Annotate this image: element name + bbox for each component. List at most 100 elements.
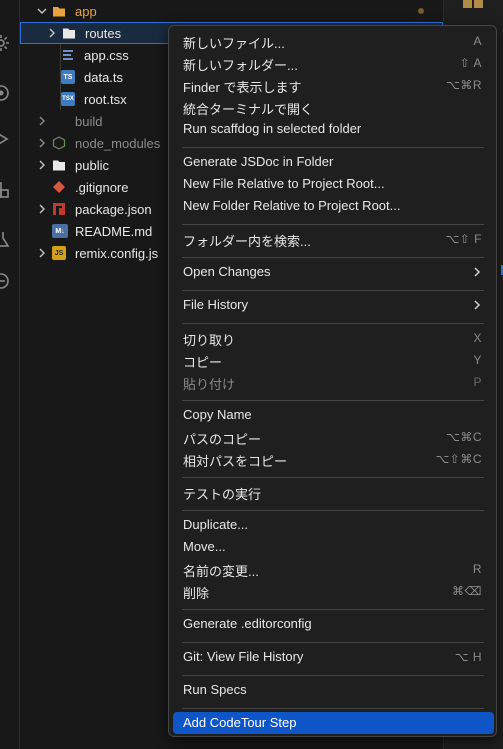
menu-item-label: 貼り付け bbox=[183, 377, 236, 392]
book-icon bbox=[463, 0, 483, 8]
menu-item-duplicate[interactable]: Duplicate... bbox=[173, 514, 494, 536]
chevron-right-icon bbox=[46, 27, 58, 39]
menu-item-shortcut: A bbox=[473, 34, 482, 48]
javascript-file-icon: JS bbox=[52, 246, 66, 260]
menu-item-open-changes[interactable]: Open Changes bbox=[173, 261, 494, 283]
menu-item-copy-name[interactable]: Copy Name bbox=[173, 404, 494, 426]
chevron-right-icon bbox=[36, 247, 48, 259]
menu-separator bbox=[182, 609, 484, 610]
tree-item-label: data.ts bbox=[84, 69, 124, 85]
tree-item-label: app.css bbox=[84, 47, 129, 63]
menu-item-move[interactable]: Move... bbox=[173, 536, 494, 558]
menu-separator bbox=[182, 477, 484, 478]
menu-item-label: 新しいフォルダー... bbox=[183, 58, 298, 73]
menu-item-run-scaffdog[interactable]: Run scaffdog in selected folder bbox=[173, 118, 494, 140]
menu-item-label: 統合ターミナルで開く bbox=[183, 102, 314, 117]
menu-item-shortcut: Y bbox=[473, 353, 482, 367]
menu-item-shortcut: ⌥⌘C bbox=[446, 430, 482, 444]
menu-item-label: 相対パスをコピー bbox=[183, 454, 288, 469]
menu-item-shortcut: X bbox=[473, 331, 482, 345]
menu-item-label: 名前の変更... bbox=[183, 564, 259, 579]
menu-item-copy[interactable]: コピー Y bbox=[173, 349, 494, 371]
tsx-file-icon: TSX bbox=[61, 92, 75, 106]
menu-item-shortcut: ⌥⇧ F bbox=[445, 232, 482, 246]
testing-icon[interactable] bbox=[0, 228, 12, 250]
menu-separator bbox=[182, 400, 484, 401]
tree-item-label: .gitignore bbox=[75, 179, 129, 195]
menu-separator bbox=[182, 323, 484, 324]
menu-item-shortcut: ⌘⌫ bbox=[452, 584, 482, 598]
typescript-file-icon: TS bbox=[61, 70, 75, 84]
menu-item-paste: 貼り付け P bbox=[173, 371, 494, 393]
menu-item-run-specs[interactable]: Run Specs bbox=[173, 679, 494, 701]
menu-item-label: フォルダー内を検索... bbox=[183, 234, 311, 249]
chevron-right-icon bbox=[474, 300, 481, 310]
menu-item-label: New Folder Relative to Project Root... bbox=[183, 198, 401, 213]
menu-item-run-tests[interactable]: テストの実行 bbox=[173, 481, 494, 503]
remote-icon[interactable] bbox=[0, 270, 12, 292]
menu-item-label: 新しいファイル... bbox=[183, 36, 285, 51]
menu-item-shortcut: ⌥ H bbox=[454, 650, 482, 664]
menu-item-copy-relative-path[interactable]: 相対パスをコピー ⌥⇧⌘C bbox=[173, 448, 494, 470]
tree-item-app[interactable]: app bbox=[20, 0, 443, 22]
menu-item-git-view-file-history[interactable]: Git: View File History ⌥ H bbox=[173, 646, 494, 668]
menu-item-copy-path[interactable]: パスのコピー ⌥⌘C bbox=[173, 426, 494, 448]
menu-item-label: File History bbox=[183, 297, 249, 312]
menu-item-new-folder-relative[interactable]: New Folder Relative to Project Root... bbox=[173, 195, 494, 217]
menu-item-new-file-relative[interactable]: New File Relative to Project Root... bbox=[173, 173, 494, 195]
run-debug-icon[interactable] bbox=[0, 128, 12, 150]
git-file-icon bbox=[52, 180, 66, 194]
menu-separator bbox=[182, 642, 484, 643]
menu-item-label: Generate JSDoc in Folder bbox=[183, 154, 334, 169]
menu-separator bbox=[182, 708, 484, 709]
menu-item-new-folder[interactable]: 新しいフォルダー... ⇧ A bbox=[173, 52, 494, 74]
menu-item-shortcut: ⌥⌘R bbox=[446, 78, 482, 92]
menu-item-label: Duplicate... bbox=[183, 517, 249, 532]
menu-separator bbox=[182, 147, 484, 148]
markdown-file-icon: M↓ bbox=[52, 224, 68, 238]
tree-item-label: node_modules bbox=[75, 135, 161, 151]
menu-item-new-file[interactable]: 新しいファイル... A bbox=[173, 30, 494, 52]
menu-separator bbox=[182, 290, 484, 291]
settings-icon[interactable] bbox=[0, 32, 12, 54]
extensions-icon[interactable] bbox=[0, 180, 12, 202]
menu-separator bbox=[182, 224, 484, 225]
menu-item-shortcut: R bbox=[472, 562, 482, 576]
menu-item-cut[interactable]: 切り取り X bbox=[173, 327, 494, 349]
menu-item-open-in-terminal[interactable]: 統合ターミナルで開く bbox=[173, 96, 494, 118]
folder-icon bbox=[62, 26, 76, 40]
chevron-down-icon bbox=[36, 5, 48, 17]
tree-item-label: package.json bbox=[75, 201, 152, 217]
menu-item-file-history[interactable]: File History bbox=[173, 294, 494, 316]
chevron-right-icon bbox=[474, 267, 481, 277]
menu-item-delete[interactable]: 削除 ⌘⌫ bbox=[173, 580, 494, 602]
source-control-icon[interactable] bbox=[0, 82, 12, 104]
tree-item-label: app bbox=[75, 3, 97, 19]
menu-item-label: Copy Name bbox=[183, 407, 252, 422]
menu-item-label: Finder で表示します bbox=[183, 80, 302, 95]
menu-item-label: 切り取り bbox=[183, 333, 236, 348]
menu-item-reveal-in-finder[interactable]: Finder で表示します ⌥⌘R bbox=[173, 74, 494, 96]
menu-item-label: コピー bbox=[183, 355, 223, 370]
chevron-right-icon bbox=[36, 115, 48, 127]
menu-item-shortcut: ⇧ A bbox=[459, 56, 482, 70]
menu-item-find-in-folder[interactable]: フォルダー内を検索... ⌥⇧ F bbox=[173, 228, 494, 250]
folder-icon bbox=[52, 158, 66, 172]
menu-item-shortcut: P bbox=[473, 375, 482, 389]
menu-item-rename[interactable]: 名前の変更... R bbox=[173, 558, 494, 580]
menu-separator bbox=[182, 510, 484, 511]
menu-item-generate-jsdoc[interactable]: Generate JSDoc in Folder bbox=[173, 151, 494, 173]
npm-file-icon bbox=[52, 202, 66, 216]
menu-item-label: New File Relative to Project Root... bbox=[183, 176, 385, 191]
menu-item-label: Move... bbox=[183, 539, 226, 554]
chevron-right-icon bbox=[36, 137, 48, 149]
modified-dot bbox=[418, 8, 424, 14]
menu-item-generate-editorconfig[interactable]: Generate .editorconfig bbox=[173, 613, 494, 635]
chevron-right-icon bbox=[36, 159, 48, 171]
menu-item-label: パスのコピー bbox=[183, 432, 262, 447]
menu-separator bbox=[182, 675, 484, 676]
tree-item-label: README.md bbox=[75, 223, 153, 239]
tree-item-label: build bbox=[75, 113, 103, 129]
menu-item-add-codetour-step[interactable]: Add CodeTour Step bbox=[173, 712, 494, 734]
tree-item-label: routes bbox=[85, 25, 122, 41]
